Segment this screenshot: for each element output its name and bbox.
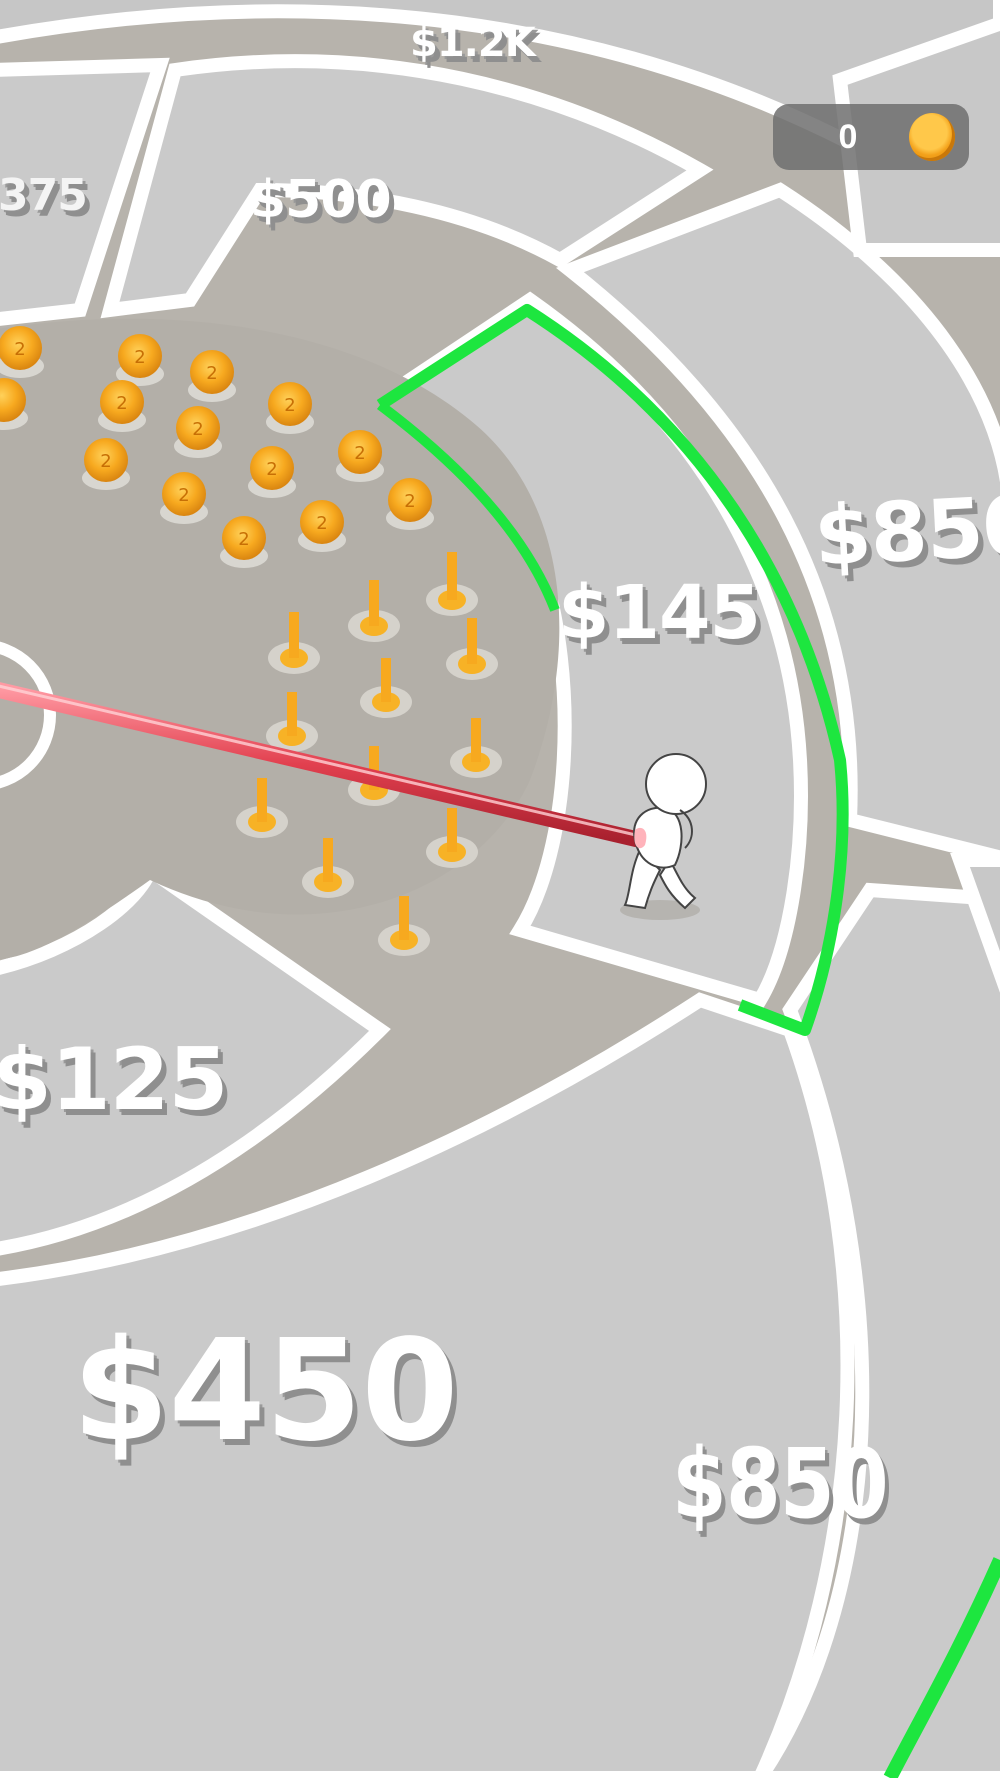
coin: 2: [336, 430, 384, 482]
coin: 2: [188, 350, 236, 402]
svg-text:2: 2: [100, 451, 111, 472]
coin-icon: [909, 113, 955, 161]
coin: 2: [174, 406, 222, 458]
coin: 2: [266, 382, 314, 434]
svg-text:2: 2: [354, 443, 365, 464]
zone-label-lower-left: $125: [0, 1030, 228, 1130]
coin: 2: [386, 478, 434, 530]
zone-label-bottom-right: $850: [672, 1428, 889, 1540]
coin: 2: [220, 516, 268, 568]
coin: 2: [98, 380, 146, 432]
coin: 2: [248, 446, 296, 498]
zone-label-bottom-left: $450: [72, 1310, 459, 1473]
svg-text:2: 2: [178, 485, 189, 506]
svg-text:2: 2: [284, 395, 295, 416]
svg-text:2: 2: [238, 529, 249, 550]
svg-text:2: 2: [266, 459, 277, 480]
zone-label-highlighted: $145: [558, 570, 761, 656]
coin: 2: [116, 334, 164, 386]
coin: 2: [82, 438, 130, 490]
zone-label-right-outer: $850: [812, 478, 1000, 585]
zone-label-top-outer: $1.2K: [410, 20, 536, 66]
svg-text:2: 2: [14, 339, 25, 360]
svg-text:2: 2: [206, 363, 217, 384]
coin-count: 0: [838, 118, 858, 156]
coin: 2: [298, 500, 346, 552]
svg-text:2: 2: [316, 513, 327, 534]
zone-label-upper-left-partial: 375: [0, 170, 88, 221]
svg-text:2: 2: [192, 419, 203, 440]
svg-text:2: 2: [134, 347, 145, 368]
coin-counter: 0: [773, 104, 969, 170]
zone-label-upper-left: $500: [250, 170, 392, 230]
svg-text:2: 2: [116, 393, 127, 414]
coin: 2: [160, 472, 208, 524]
svg-text:2: 2: [404, 491, 415, 512]
